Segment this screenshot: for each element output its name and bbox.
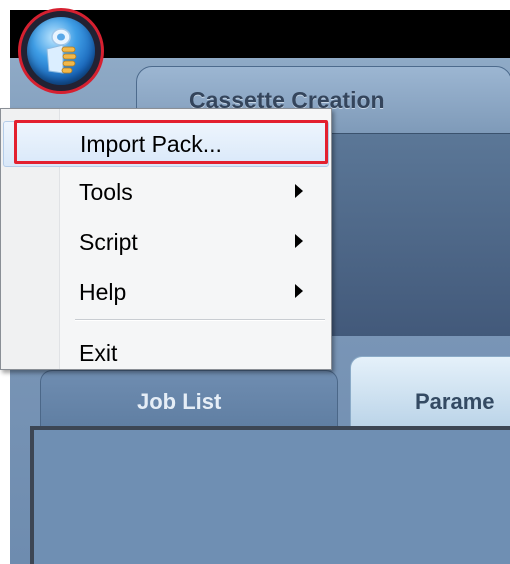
menu-item-script[interactable]: Script xyxy=(3,220,329,266)
application-menu-button[interactable] xyxy=(18,8,104,94)
tab-job-list-label: Job List xyxy=(137,389,222,414)
menu-item-help[interactable]: Help xyxy=(3,270,329,316)
highlight-outline xyxy=(14,120,328,164)
tab-parameters[interactable]: Parame xyxy=(350,356,510,437)
tab-parameters-label: Parame xyxy=(415,389,495,414)
submenu-arrow-icon xyxy=(295,234,303,248)
submenu-arrow-icon xyxy=(295,184,303,198)
menu-item-label: Help xyxy=(79,279,127,305)
menu-item-tools[interactable]: Tools xyxy=(3,170,329,216)
menu-item-label: Exit xyxy=(79,340,118,366)
menu-item-label: Script xyxy=(79,229,138,255)
menu-item-exit[interactable]: Exit xyxy=(3,331,329,377)
menu-separator xyxy=(75,319,325,321)
submenu-arrow-icon xyxy=(295,284,303,298)
job-list-panel xyxy=(30,426,510,564)
app-orb-logo-icon xyxy=(27,17,95,85)
menu-item-label: Tools xyxy=(79,179,133,205)
